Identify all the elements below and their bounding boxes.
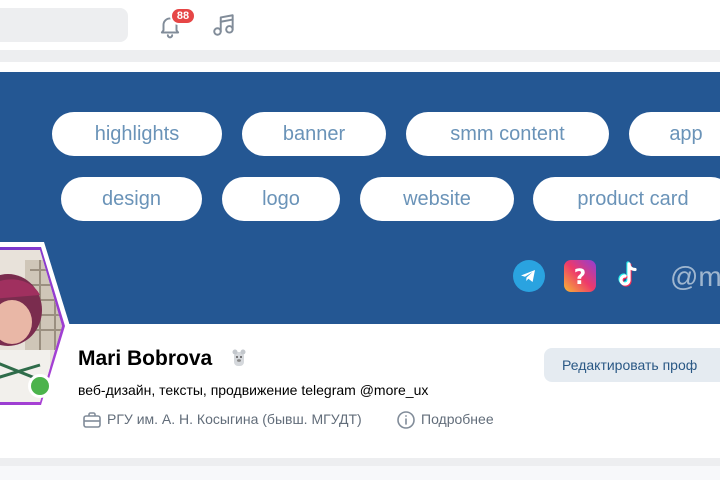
tag-chip[interactable]: design [61, 177, 202, 221]
profile-name: Mari Bobrova [78, 347, 213, 370]
search-input[interactable] [0, 8, 128, 42]
tag-chip[interactable]: smm content [406, 112, 609, 156]
tag-chip[interactable]: product card [533, 177, 720, 221]
tag-chip[interactable]: banner [242, 112, 386, 156]
edit-profile-button[interactable]: Редактировать проф [544, 348, 720, 382]
top-bar: 88 [0, 0, 720, 50]
more-details-link[interactable]: Подробнее [421, 411, 494, 427]
tiktok-icon[interactable] [614, 259, 646, 291]
tag-chip[interactable]: app [629, 112, 720, 156]
profile-cover: highlights banner smm content app design… [0, 72, 720, 324]
svg-text:?: ? [574, 265, 586, 289]
info-icon[interactable] [396, 410, 416, 430]
bear-emoji-icon [232, 349, 246, 366]
briefcase-icon [83, 412, 101, 428]
tag-chip[interactable]: highlights [52, 112, 222, 156]
tag-chip[interactable]: logo [222, 177, 340, 221]
education-text[interactable]: РГУ им. А. Н. Косыгина (бывш. МГУДТ) [107, 411, 362, 427]
online-indicator [28, 374, 52, 398]
social-handle[interactable]: @m [670, 261, 720, 293]
notifications-badge: 88 [170, 7, 196, 25]
tag-chip[interactable]: website [360, 177, 514, 221]
music-icon[interactable] [211, 12, 237, 38]
question-app-icon[interactable]: ? [564, 260, 596, 292]
telegram-icon[interactable] [513, 260, 545, 292]
profile-status: веб-дизайн, тексты, продвижение telegram… [78, 382, 429, 398]
next-section [0, 466, 720, 480]
